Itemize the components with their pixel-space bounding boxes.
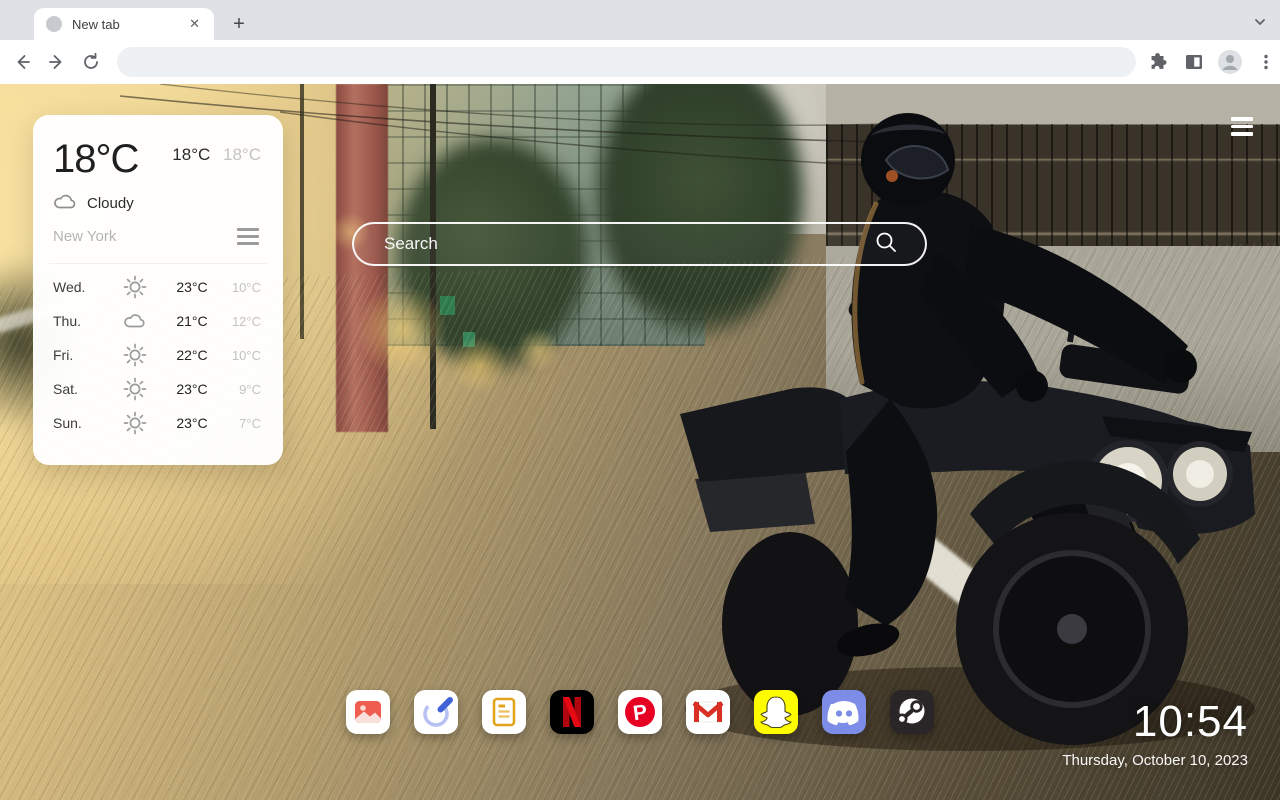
forecast-day: Fri. — [53, 347, 74, 363]
tab-favicon — [46, 16, 62, 32]
dock-icon-gmail[interactable] — [686, 690, 730, 734]
browser-window: New tab ✕ + 18°C 18°C 18°C Cloudy New Yo… — [0, 0, 1280, 800]
forecast-high: 23°C — [176, 381, 208, 397]
forecast-low: 12°C — [231, 313, 261, 329]
weather-menu-icon[interactable] — [235, 226, 261, 247]
forecast-high: 21°C — [176, 313, 208, 329]
compose-icon — [423, 697, 453, 727]
forecast-day: Sun. — [53, 415, 82, 431]
forecast-day: Wed. — [53, 279, 86, 295]
search-bar[interactable] — [352, 222, 927, 266]
gmail-icon — [692, 701, 724, 723]
notes-icon — [492, 697, 516, 727]
sun-icon — [122, 376, 148, 402]
dock-icon-snapchat[interactable] — [754, 690, 798, 734]
image-icon — [355, 701, 381, 723]
dock-icon-steam[interactable] — [890, 690, 934, 734]
forecast-low: 9°C — [239, 381, 261, 397]
forecast-low: 10°C — [231, 347, 261, 363]
clock-date: Thursday, October 10, 2023 — [1062, 752, 1248, 769]
forecast-low: 10°C — [231, 279, 261, 295]
page-menu-icon[interactable] — [1228, 114, 1256, 139]
browser-toolbar — [0, 40, 1280, 84]
forecast-row: Sat. 23°C 9°C — [53, 372, 261, 406]
profile-avatar[interactable] — [1216, 48, 1244, 76]
forecast-high: 23°C — [176, 279, 208, 295]
search-icon[interactable] — [875, 231, 897, 258]
lens-flare — [450, 336, 508, 394]
lens-flare — [356, 284, 448, 376]
dock-icon-discord[interactable] — [822, 690, 866, 734]
sun-icon — [122, 342, 148, 368]
tab-close-icon[interactable]: ✕ — [185, 14, 204, 34]
search-input[interactable] — [354, 234, 875, 254]
steam-icon — [896, 698, 925, 725]
cloud-icon — [122, 308, 148, 334]
browser-menu-icon[interactable] — [1252, 48, 1280, 76]
toolbar-right-icons — [1144, 48, 1280, 76]
forecast-row: Wed. 23°C 10°C — [53, 270, 261, 304]
clock-time: 10:54 — [1132, 697, 1248, 746]
pinterest-icon: P — [625, 697, 655, 727]
sun-icon — [122, 410, 148, 436]
dock-icon-compose[interactable] — [414, 690, 458, 734]
tab-strip: New tab ✕ + — [0, 0, 1280, 40]
tab-new-tab[interactable]: New tab ✕ — [34, 8, 214, 40]
tab-title: New tab — [72, 16, 120, 32]
forecast-row: Thu. 21°C 12°C — [53, 304, 261, 338]
current-condition: Cloudy — [87, 194, 134, 212]
forecast-row: Fri. 22°C 10°C — [53, 338, 261, 372]
divider — [49, 263, 267, 264]
forecast-day: Thu. — [53, 313, 82, 329]
dock-icon-pinterest[interactable]: P — [618, 690, 662, 734]
current-temperature: 18°C — [53, 137, 139, 181]
weather-widget[interactable]: 18°C 18°C 18°C Cloudy New York Wed. 23°C… — [33, 115, 283, 465]
lens-flare — [516, 328, 560, 372]
today-high-temp: 18°C — [172, 145, 211, 164]
forecast-high: 22°C — [176, 347, 208, 363]
forward-button[interactable] — [41, 46, 73, 78]
sun-icon — [122, 274, 148, 300]
today-low-temp: 18°C — [223, 145, 261, 164]
weather-city: New York — [53, 228, 117, 245]
dock-icon-notes[interactable] — [482, 690, 526, 734]
forecast-day: Sat. — [53, 381, 78, 397]
side-panel-icon[interactable] — [1180, 48, 1208, 76]
new-tab-button[interactable]: + — [226, 11, 252, 37]
forecast-low: 7°C — [239, 415, 261, 431]
tab-search-chevron-icon[interactable] — [1252, 14, 1268, 35]
reload-button[interactable] — [76, 46, 108, 78]
forecast-row: Sun. 23°C 7°C — [53, 406, 261, 440]
cloud-icon — [53, 192, 77, 214]
extensions-icon[interactable] — [1144, 48, 1172, 76]
discord-icon — [827, 701, 859, 726]
back-button[interactable] — [6, 46, 38, 78]
netflix-n-icon — [563, 697, 581, 727]
snapchat-ghost-icon — [760, 696, 792, 729]
clock-widget: 10:54 Thursday, October 10, 2023 — [1062, 697, 1248, 770]
forecast-high: 23°C — [176, 415, 208, 431]
dock-icon-wallpaper[interactable] — [346, 690, 390, 734]
address-bar[interactable] — [117, 47, 1136, 77]
dock-icon-netflix[interactable] — [550, 690, 594, 734]
app-dock: P — [346, 690, 934, 734]
